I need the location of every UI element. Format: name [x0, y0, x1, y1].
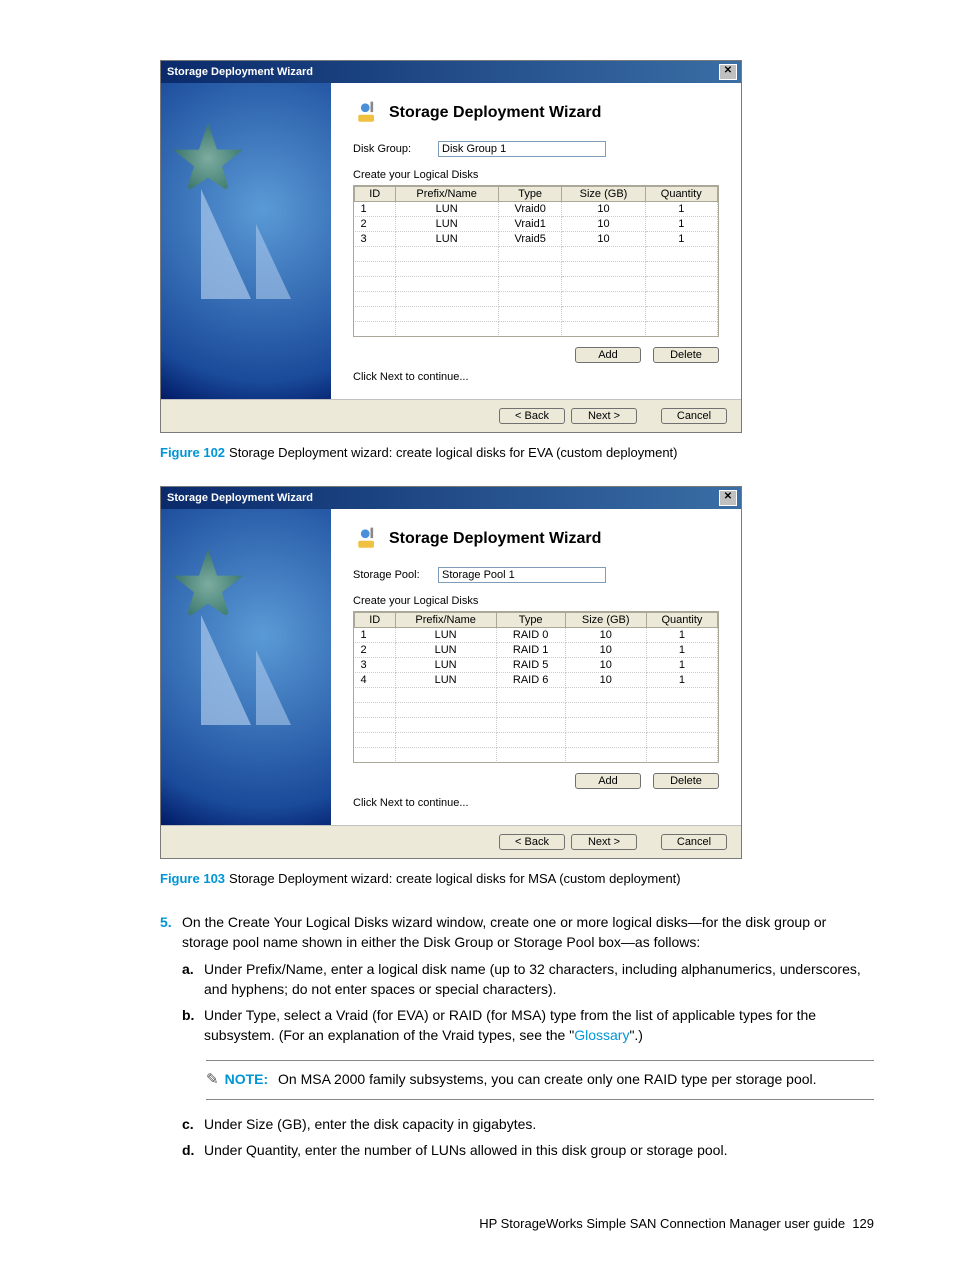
substep-c: Under Size (GB), enter the disk capacity… — [204, 1114, 536, 1134]
glossary-link[interactable]: Glossary — [574, 1027, 629, 1043]
back-button[interactable]: < Back — [499, 834, 565, 850]
table-row[interactable]: 1LUNVraid0101 — [355, 202, 718, 217]
col-prefix[interactable]: Prefix/Name — [395, 613, 496, 628]
logical-disks-table[interactable]: ID Prefix/Name Type Size (GB) Quantity 1… — [353, 185, 719, 337]
add-button[interactable]: Add — [575, 347, 641, 363]
substep-letter: d. — [182, 1140, 204, 1160]
continue-text: Click Next to continue... — [353, 371, 719, 383]
cancel-button[interactable]: Cancel — [661, 834, 727, 850]
col-size[interactable]: Size (GB) — [562, 187, 645, 202]
window-title: Storage Deployment Wizard — [167, 492, 313, 504]
substep-letter: b. — [182, 1005, 204, 1046]
add-button[interactable]: Add — [575, 773, 641, 789]
table-row[interactable]: 3LUNRAID 5101 — [355, 658, 718, 673]
substep-b: Under Type, select a Vraid (for EVA) or … — [204, 1005, 874, 1046]
substep-d: Under Quantity, enter the number of LUNs… — [204, 1140, 727, 1160]
table-row[interactable]: 3LUNVraid5101 — [355, 232, 718, 247]
logical-disks-table[interactable]: ID Prefix/Name Type Size (GB) Quantity 1… — [353, 611, 719, 763]
col-qty[interactable]: Quantity — [646, 613, 717, 628]
close-icon[interactable]: ✕ — [719, 490, 737, 506]
substep-letter: a. — [182, 959, 204, 1000]
col-id[interactable]: ID — [355, 187, 396, 202]
step-text: On the Create Your Logical Disks wizard … — [182, 914, 826, 950]
figure-caption-102: Figure 102Storage Deployment wizard: cre… — [160, 445, 874, 460]
wizard-icon — [353, 99, 381, 127]
section-label: Create your Logical Disks — [353, 169, 719, 181]
wizard-window-msa: Storage Deployment Wizard ✕ Storage Depl… — [160, 486, 742, 859]
col-type[interactable]: Type — [498, 187, 562, 202]
wizard-heading: Storage Deployment Wizard — [389, 104, 601, 122]
wizard-icon — [353, 525, 381, 553]
col-qty[interactable]: Quantity — [645, 187, 717, 202]
wizard-window-eva: Storage Deployment Wizard ✕ Storage Depl… — [160, 60, 742, 433]
figure-caption-103: Figure 103Storage Deployment wizard: cre… — [160, 871, 874, 886]
table-row[interactable]: 4LUNRAID 6101 — [355, 673, 718, 688]
storage-pool-input[interactable] — [438, 567, 606, 583]
step-number: 5. — [160, 912, 182, 1166]
delete-button[interactable]: Delete — [653, 773, 719, 789]
storage-pool-label: Storage Pool: — [353, 569, 438, 581]
close-icon[interactable]: ✕ — [719, 64, 737, 80]
wizard-heading: Storage Deployment Wizard — [389, 530, 601, 548]
page-footer: HP StorageWorks Simple SAN Connection Ma… — [160, 1216, 874, 1231]
substep-letter: c. — [182, 1114, 204, 1134]
table-row[interactable]: 2LUNRAID 1101 — [355, 643, 718, 658]
col-size[interactable]: Size (GB) — [565, 613, 646, 628]
table-row[interactable]: 1LUNRAID 0101 — [355, 628, 718, 643]
titlebar: Storage Deployment Wizard ✕ — [161, 487, 741, 509]
next-button[interactable]: Next > — [571, 408, 637, 424]
section-label: Create your Logical Disks — [353, 595, 719, 607]
note-box: ✎ NOTE: On MSA 2000 family subsystems, y… — [206, 1060, 874, 1100]
note-text: On MSA 2000 family subsystems, you can c… — [278, 1071, 817, 1087]
col-type[interactable]: Type — [496, 613, 565, 628]
disk-group-input[interactable] — [438, 141, 606, 157]
substep-a: Under Prefix/Name, enter a logical disk … — [204, 959, 874, 1000]
wizard-sidebar-image — [161, 83, 331, 399]
table-row[interactable]: 2LUNVraid1101 — [355, 217, 718, 232]
col-prefix[interactable]: Prefix/Name — [395, 187, 498, 202]
disk-group-label: Disk Group: — [353, 143, 438, 155]
note-label: NOTE: — [225, 1071, 269, 1087]
back-button[interactable]: < Back — [499, 408, 565, 424]
col-id[interactable]: ID — [355, 613, 396, 628]
delete-button[interactable]: Delete — [653, 347, 719, 363]
window-title: Storage Deployment Wizard — [167, 66, 313, 78]
cancel-button[interactable]: Cancel — [661, 408, 727, 424]
next-button[interactable]: Next > — [571, 834, 637, 850]
note-icon: ✎ — [206, 1069, 219, 1091]
titlebar: Storage Deployment Wizard ✕ — [161, 61, 741, 83]
wizard-sidebar-image — [161, 509, 331, 825]
continue-text: Click Next to continue... — [353, 797, 719, 809]
